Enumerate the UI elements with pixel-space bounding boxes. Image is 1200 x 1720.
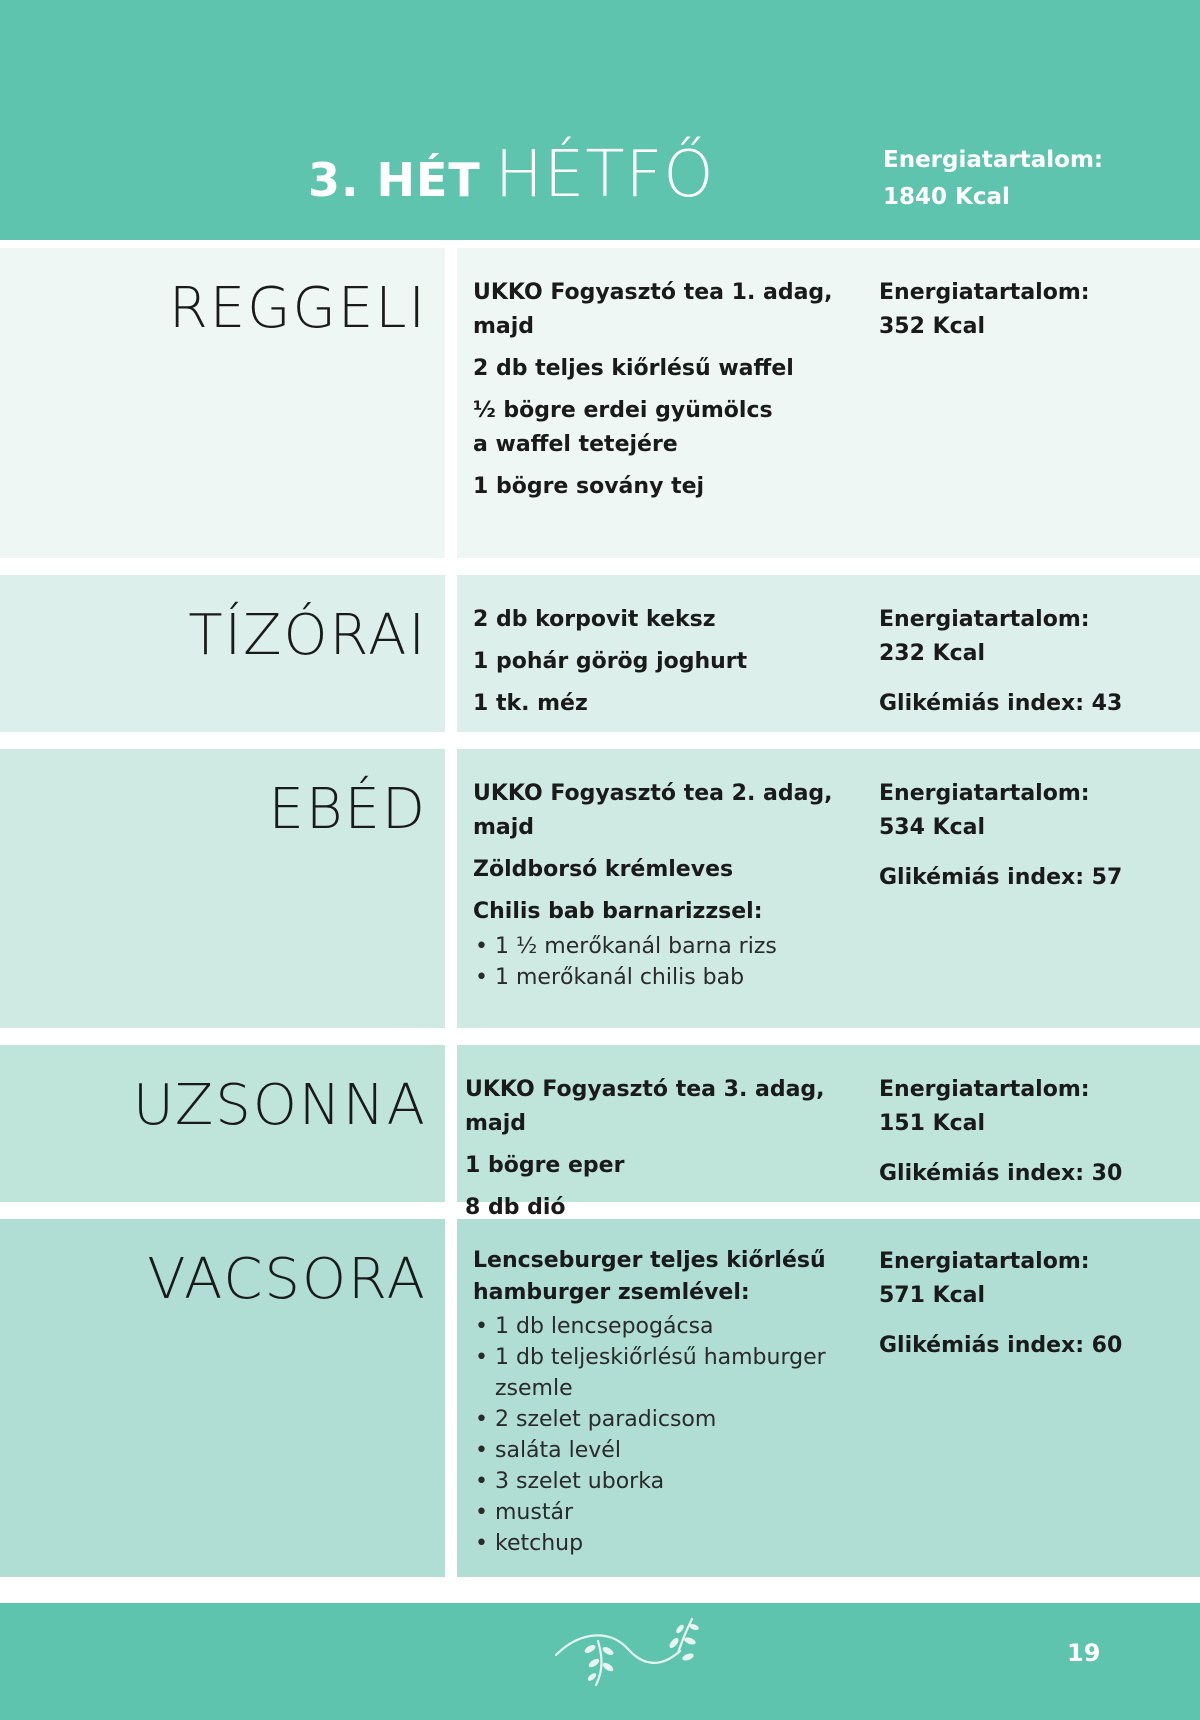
meal-row-tizorai: TÍZÓRAI 2 db korpovit keksz 1 pohár görö… [0, 575, 1200, 732]
meal-details-cell: UKKO Fogyasztó tea 3. adag, majd 1 bögre… [457, 1045, 1200, 1220]
meal-name-cell: TÍZÓRAI [0, 575, 445, 732]
meal-row-ebed: EBÉD UKKO Fogyasztó tea 2. adag, majd Zö… [0, 749, 1200, 1028]
meal-item: 1 bögre sovány tej [473, 474, 705, 499]
page-footer: 19 [0, 1603, 1200, 1720]
meal-item: ½ bögre erdei gyümölcs a waffel tetejére [473, 398, 773, 457]
energy-label: Energiatartalom: [879, 1249, 1090, 1274]
energy-value: 151 Kcal [879, 1111, 986, 1136]
daily-energy: Energiatartalom: 1840 Kcal [883, 142, 1103, 216]
meal-name-cell: REGGELI [0, 248, 445, 558]
energy-label: Energiatartalom: [879, 280, 1090, 305]
meal-items: UKKO Fogyasztó tea 1. adag, majd 2 db te… [473, 276, 853, 512]
meal-name-cell: UZSONNA [0, 1045, 445, 1202]
meal-details-cell: 2 db korpovit keksz 1 pohár görög joghur… [457, 575, 1200, 732]
page-number: 19 [1067, 1639, 1101, 1667]
ingredient-item: mustár [473, 1497, 853, 1528]
page-title: 3. HÉT HÉTFŐ [308, 138, 715, 218]
ingredient-item: 1 db teljeskiőrlésű hamburger zsemle [473, 1342, 853, 1404]
meal-name: UZSONNA [132, 1073, 427, 1138]
meal-details-cell: UKKO Fogyasztó tea 1. adag, majd 2 db te… [457, 248, 1200, 558]
meal-nutrition: Energiatartalom: 232 Kcal Glikémiás inde… [879, 603, 1122, 721]
meal-items: 2 db korpovit keksz 1 pohár görög joghur… [473, 603, 853, 729]
meal-name-cell: VACSORA [0, 1219, 445, 1577]
energy-value: 232 Kcal [879, 641, 986, 666]
meal-details-cell: Lencseburger teljes kiőrlésű hamburger z… [457, 1219, 1200, 1577]
meal-item: Lencseburger teljes kiőrlésű hamburger z… [473, 1248, 826, 1305]
glycemic-index: Glikémiás index: 30 [879, 1161, 1123, 1186]
meal-item: UKKO Fogyasztó tea 3. adag, majd [465, 1077, 825, 1136]
page-header: 3. HÉT HÉTFŐ Energiatartalom: 1840 Kcal [0, 0, 1200, 240]
meal-name: EBÉD [268, 777, 427, 842]
leaf-vine-icon [554, 1617, 699, 1687]
meal-name-cell: EBÉD [0, 749, 445, 1028]
day-label: HÉTFŐ [494, 138, 715, 212]
energy-label: Energiatartalom: [879, 1077, 1090, 1102]
meal-items: UKKO Fogyasztó tea 2. adag, majd Zöldbor… [473, 777, 853, 1001]
meal-item: 1 bögre eper [465, 1153, 625, 1178]
meal-row-uzsonna: UZSONNA UKKO Fogyasztó tea 3. adag, majd… [0, 1045, 1200, 1220]
ingredient-item: 1 merőkanál chilis bab [473, 962, 853, 993]
meal-name: VACSORA [147, 1247, 427, 1312]
meal-row-reggeli: REGGELI UKKO Fogyasztó tea 1. adag, majd… [0, 248, 1200, 558]
daily-energy-label: Energiatartalom: [883, 147, 1104, 173]
ingredient-list: 1 db lencsepogácsa 1 db teljeskiőrlésű h… [473, 1311, 853, 1559]
meal-name: REGGELI [168, 276, 427, 341]
meal-nutrition: Energiatartalom: 151 Kcal Glikémiás inde… [879, 1073, 1122, 1191]
meal-nutrition: Energiatartalom: 352 Kcal [879, 276, 1090, 344]
meal-nutrition: Energiatartalom: 571 Kcal Glikémiás inde… [879, 1245, 1122, 1363]
meal-item: Zöldborsó krémleves [473, 857, 734, 882]
ingredient-item: 1 ½ merőkanál barna rizs [473, 931, 853, 962]
meal-name: TÍZÓRAI [188, 603, 427, 668]
meal-item: 1 pohár görög joghurt [473, 649, 748, 674]
meal-item: UKKO Fogyasztó tea 1. adag, majd [473, 280, 833, 339]
glycemic-index: Glikémiás index: 57 [879, 865, 1123, 890]
energy-value: 352 Kcal [879, 314, 986, 339]
meal-items: Lencseburger teljes kiőrlésű hamburger z… [473, 1245, 853, 1567]
glycemic-index: Glikémiás index: 60 [879, 1333, 1123, 1358]
energy-label: Energiatartalom: [879, 781, 1090, 806]
meal-item: 2 db teljes kiőrlésű waffel [473, 356, 794, 381]
ingredient-item: ketchup [473, 1528, 853, 1559]
ingredient-item: 3 szelet uborka [473, 1466, 853, 1497]
energy-value: 571 Kcal [879, 1283, 986, 1308]
meal-row-vacsora: VACSORA Lencseburger teljes kiőrlésű ham… [0, 1219, 1200, 1577]
energy-label: Energiatartalom: [879, 607, 1090, 632]
week-label: 3. HÉT [308, 153, 481, 207]
energy-value: 534 Kcal [879, 815, 986, 840]
meal-nutrition: Energiatartalom: 534 Kcal Glikémiás inde… [879, 777, 1122, 895]
ingredient-item: saláta levél [473, 1435, 853, 1466]
ingredient-item: 1 db lencsepogácsa [473, 1311, 853, 1342]
daily-energy-value: 1840 Kcal [883, 184, 1010, 210]
meal-details-cell: UKKO Fogyasztó tea 2. adag, majd Zöldbor… [457, 749, 1200, 1028]
meal-item: UKKO Fogyasztó tea 2. adag, majd [473, 781, 833, 840]
glycemic-index: Glikémiás index: 43 [879, 691, 1123, 716]
ingredient-item: 2 szelet paradicsom [473, 1404, 853, 1435]
meal-item: 2 db korpovit keksz [473, 607, 716, 632]
ingredient-list: 1 ½ merőkanál barna rizs 1 merőkanál chi… [473, 931, 853, 993]
meal-items: UKKO Fogyasztó tea 3. adag, majd 1 bögre… [465, 1073, 845, 1233]
meal-item: 1 tk. méz [473, 691, 588, 716]
meal-item: Chilis bab barnarizzsel: [473, 899, 763, 924]
